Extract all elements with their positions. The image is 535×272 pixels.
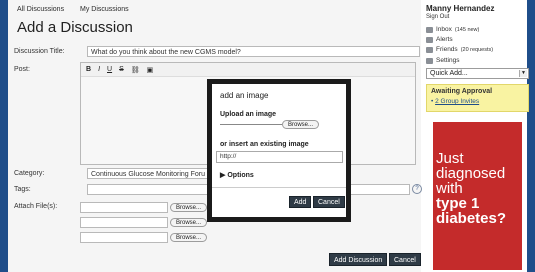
awaiting-approval-title: Awaiting Approval <box>431 88 493 95</box>
underline-button[interactable]: U <box>107 66 112 73</box>
sidebar-item-alerts[interactable]: Alerts <box>426 36 453 43</box>
attach-browse-button-1[interactable]: Browse... <box>170 203 208 212</box>
attach-file-field-1[interactable] <box>80 202 168 213</box>
dialog-add-button[interactable]: Add <box>289 196 312 208</box>
quick-add-select[interactable]: Quick Add... ▼ <box>426 68 529 79</box>
sidebar-item-count: (20 requests) <box>460 46 494 53</box>
ad-line: type 1 <box>436 195 480 212</box>
cancel-button[interactable]: Cancel <box>389 253 421 266</box>
sign-out-link[interactable]: Sign Out <box>426 14 449 20</box>
attach-browse-button-3[interactable]: Browse... <box>170 233 208 242</box>
bullet-icon: • <box>431 98 434 105</box>
link-icon[interactable]: ⛓ <box>131 66 140 74</box>
ad-line: diagnosed <box>436 165 506 182</box>
ad-line: Just <box>436 150 464 167</box>
existing-image-label: or insert an existing image <box>220 141 309 148</box>
editor-toolbar: B I U S ⛓ ▣ <box>81 63 415 77</box>
sidebar-item-count: (145 new) <box>454 26 480 33</box>
sidebar-item-label: Alerts <box>436 36 453 43</box>
sidebar-item-inbox[interactable]: Inbox (145 new) <box>426 26 479 33</box>
tab-my-discussions[interactable]: My Discussions <box>80 6 129 13</box>
dialog-cancel-button[interactable]: Cancel <box>313 196 345 208</box>
user-name: Manny Hernandez <box>426 4 495 13</box>
attach-file-field-2[interactable] <box>80 217 168 228</box>
friends-icon <box>426 46 433 53</box>
add-image-dialog: add an image Upload an image Browse... o… <box>207 79 351 222</box>
upload-label: Upload an image <box>220 111 277 118</box>
page: All Discussions My Discussions Add a Dis… <box>8 0 529 272</box>
upload-browse-button[interactable]: Browse... <box>282 120 320 129</box>
options-label: Options <box>227 172 254 179</box>
settings-icon <box>426 57 433 64</box>
alerts-icon <box>426 36 433 43</box>
sidebar-item-label: Inbox <box>436 26 452 33</box>
tab-all-discussions[interactable]: All Discussions <box>17 6 64 13</box>
attach-file-field-3[interactable] <box>80 232 168 243</box>
image-icon[interactable]: ▣ <box>147 66 154 74</box>
image-url-input[interactable]: http:// <box>216 151 343 163</box>
add-image-dialog-body: add an image Upload an image Browse... o… <box>212 84 346 217</box>
dialog-divider <box>212 187 346 188</box>
chevron-down-icon[interactable]: ▼ <box>519 70 527 77</box>
attach-files-label: Attach File(s): <box>14 203 58 210</box>
category-label: Category: <box>14 170 45 177</box>
add-discussion-button[interactable]: Add Discussion <box>329 253 388 266</box>
discussion-title-label: Discussion Title: <box>14 48 65 55</box>
sidebar-item-label: Friends <box>436 46 458 53</box>
advertisement[interactable]: Just diagnosed with type 1 diabetes? <box>433 122 522 270</box>
sidebar-item-friends[interactable]: Friends (20 requests) <box>426 46 493 53</box>
ad-line: diabetes? <box>436 210 507 227</box>
awaiting-approval-box: Awaiting Approval • 2 Group Invites <box>426 84 529 112</box>
page-title: Add a Discussion <box>17 19 133 36</box>
help-icon[interactable]: ? <box>412 184 422 194</box>
triangle-right-icon: ▶ <box>220 172 226 179</box>
sidebar-item-settings[interactable]: Settings <box>426 57 460 64</box>
ad-line: with <box>436 180 463 197</box>
strikethrough-button[interactable]: S <box>119 66 124 73</box>
discussion-title-input[interactable]: What do you think about the new CGMS mod… <box>87 46 420 57</box>
post-label: Post: <box>14 66 30 73</box>
group-invites-link[interactable]: 2 Group Invites <box>435 98 479 105</box>
bold-button[interactable]: B <box>86 66 91 73</box>
attach-browse-button-2[interactable]: Browse... <box>170 218 208 227</box>
options-toggle[interactable]: ▶ Options <box>220 171 254 179</box>
sidebar-item-label: Settings <box>436 57 460 64</box>
dialog-title: add an image <box>220 91 269 100</box>
quick-add-value: Quick Add... <box>430 70 468 77</box>
discussion-tabs: All Discussions My Discussions <box>17 6 143 13</box>
category-select[interactable]: Continuous Glucose Monitoring Foru <box>87 168 212 179</box>
italic-button[interactable]: I <box>98 66 100 73</box>
inbox-icon <box>426 26 433 33</box>
tags-label: Tags: <box>14 186 31 193</box>
upload-file-field[interactable] <box>220 120 282 125</box>
